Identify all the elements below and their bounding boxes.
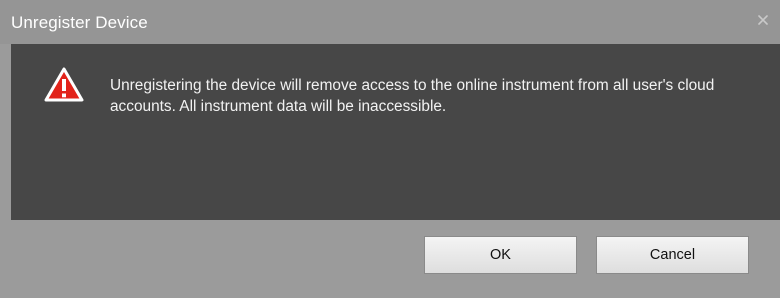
warning-icon: [44, 67, 84, 102]
dialog-message: Unregistering the device will remove acc…: [110, 77, 715, 115]
title-bar[interactable]: Unregister Device: [0, 0, 780, 44]
cancel-button[interactable]: Cancel: [596, 236, 749, 274]
dialog-title: Unregister Device: [11, 13, 148, 32]
close-button[interactable]: [754, 11, 772, 29]
close-icon: [758, 15, 768, 25]
message-panel: Unregistering the device will remove acc…: [11, 44, 780, 220]
dialog-footer: OK Cancel: [11, 220, 780, 298]
unregister-device-dialog: Unregister Device Unregistering the devi…: [0, 0, 780, 298]
ok-button[interactable]: OK: [424, 236, 577, 274]
